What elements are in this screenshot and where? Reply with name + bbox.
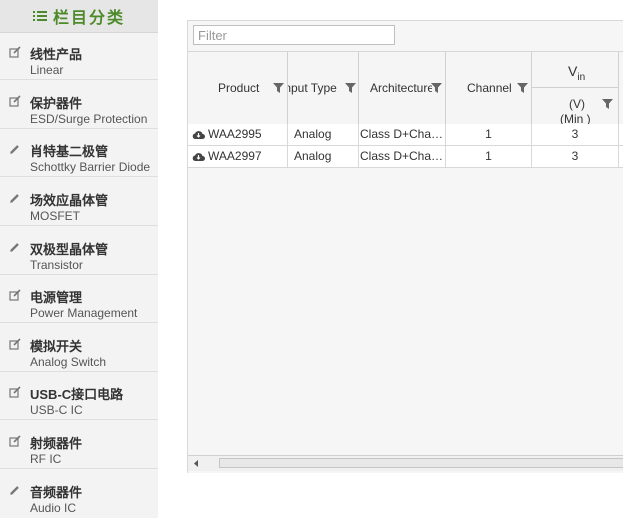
column-header-channel[interactable]: Channel <box>446 52 532 125</box>
category-label-zh: 模拟开关 <box>30 339 83 354</box>
edit-icon <box>9 435 21 447</box>
category-label-en: Analog Switch <box>30 355 107 369</box>
horizontal-scrollbar[interactable] <box>188 455 623 471</box>
filter-icon[interactable] <box>431 83 442 93</box>
edit-icon <box>9 338 21 350</box>
category-item-rf-ic[interactable]: 射频器件 RF IC <box>0 422 158 469</box>
sidebar-title: 栏目分类 <box>52 10 125 27</box>
pencil-icon <box>10 145 19 154</box>
pencil-icon <box>10 243 19 252</box>
category-item-usb-c[interactable]: USB-C接口电路 USB-C IC <box>0 373 158 420</box>
category-label-en: RF IC <box>30 452 62 466</box>
cloud-download-icon[interactable] <box>192 151 205 162</box>
cloud-download-icon[interactable] <box>192 129 205 140</box>
category-label-en: Audio IC <box>30 501 77 515</box>
filter-icon[interactable] <box>345 83 356 93</box>
category-label-en: Transistor <box>30 258 83 272</box>
edit-icon <box>9 95 21 107</box>
category-sidebar: 栏目分类 线性产品 Linear 保护器件 ESD/Surge Protecti… <box>0 0 158 518</box>
category-label-zh: 肖特基二极管 <box>30 144 109 159</box>
vin-group-header: Vin <box>532 52 618 88</box>
product-name[interactable]: WAA2995 <box>208 124 262 144</box>
category-label-en: ESD/Surge Protection <box>30 112 148 126</box>
vin-symbol: Vin <box>568 63 586 83</box>
category-item-power-management[interactable]: 电源管理 Power Management <box>0 276 158 323</box>
column-header-next <box>619 52 623 125</box>
cell-product[interactable]: WAA2997 <box>188 146 288 168</box>
category-label-en: MOSFET <box>30 209 80 223</box>
category-item-mosfet[interactable]: 场效应晶体管 MOSFET <box>0 179 158 226</box>
pencil-icon <box>10 486 19 495</box>
column-label: Input Type <box>288 81 337 95</box>
category-label-en: Schottky Barrier Diode <box>30 160 151 174</box>
pencil-icon <box>10 194 19 203</box>
category-label-zh: 电源管理 <box>30 290 83 305</box>
category-label-zh: 场效应晶体管 <box>30 193 109 208</box>
category-label-zh: 线性产品 <box>30 47 83 62</box>
column-group-vin: Vin (V) (Min ) <box>532 52 619 125</box>
category-label-zh: 射频器件 <box>30 436 83 451</box>
column-header-product[interactable]: Product <box>188 52 288 125</box>
edit-icon <box>9 289 21 301</box>
category-label-en: USB-C IC <box>30 403 83 417</box>
cell-vin-min: 3 <box>532 124 619 146</box>
product-name[interactable]: WAA2997 <box>208 146 262 166</box>
category-label-zh: 保护器件 <box>30 96 83 111</box>
cell-channel: 1 <box>446 124 532 146</box>
list-icon <box>32 11 47 21</box>
table-header: Product Input Type Architecture Channel <box>188 51 623 126</box>
category-item-esd-protection[interactable]: 保护器件 ESD/Surge Protection <box>0 82 158 129</box>
filter-input[interactable] <box>193 25 395 45</box>
cell-input-type: Analog <box>288 124 359 146</box>
edit-icon <box>9 386 21 398</box>
category-label-en: Power Management <box>30 306 138 320</box>
category-item-transistor[interactable]: 双极型晶体管 Transistor <box>0 228 158 275</box>
column-label: Product <box>218 81 260 95</box>
scrollbar-thumb[interactable] <box>219 458 623 468</box>
filter-icon[interactable] <box>517 83 528 93</box>
table-row[interactable]: WAA2997 Analog Class D+Cha… 1 3 <box>188 146 623 168</box>
cell-architecture: Class D+Cha… <box>359 146 446 168</box>
column-header-input-type[interactable]: Input Type <box>288 52 359 125</box>
sidebar-header: 栏目分类 <box>0 0 158 33</box>
category-label-zh: 音频器件 <box>30 485 83 500</box>
cell-architecture: Class D+Cha… <box>359 124 446 146</box>
category-item-schottky[interactable]: 肖特基二极管 Schottky Barrier Diode <box>0 130 158 177</box>
cell-channel: 1 <box>446 146 532 168</box>
category-label-zh: 双极型晶体管 <box>30 242 109 257</box>
vin-unit-label: (V) <box>569 97 585 111</box>
product-grid: Product Input Type Architecture Channel <box>187 20 623 473</box>
cell-product[interactable]: WAA2995 <box>188 124 288 146</box>
column-label: Channel <box>467 81 512 95</box>
cell-vin-min: 3 <box>532 146 619 168</box>
table-empty-area <box>188 168 623 456</box>
category-item-analog-switch[interactable]: 模拟开关 Analog Switch <box>0 325 158 372</box>
table-viewport: Product Input Type Architecture Channel <box>188 51 623 456</box>
category-item-audio-ic[interactable]: 音频器件 Audio IC <box>0 471 158 518</box>
filter-icon[interactable] <box>273 83 284 93</box>
category-item-linear[interactable]: 线性产品 Linear <box>0 33 158 80</box>
category-label-zh: USB-C接口电路 <box>30 387 124 402</box>
filter-icon[interactable] <box>602 99 613 109</box>
column-label: Architecture <box>370 81 432 95</box>
table-row[interactable]: WAA2995 Analog Class D+Cha… 1 3 <box>188 124 623 146</box>
category-label-en: Linear <box>30 63 64 77</box>
edit-icon <box>9 46 21 58</box>
column-header-vin-min[interactable]: (V) (Min ) <box>532 88 618 125</box>
scroll-left-arrow-icon[interactable] <box>192 459 201 468</box>
cell-input-type: Analog <box>288 146 359 168</box>
column-header-architecture[interactable]: Architecture <box>359 52 446 125</box>
